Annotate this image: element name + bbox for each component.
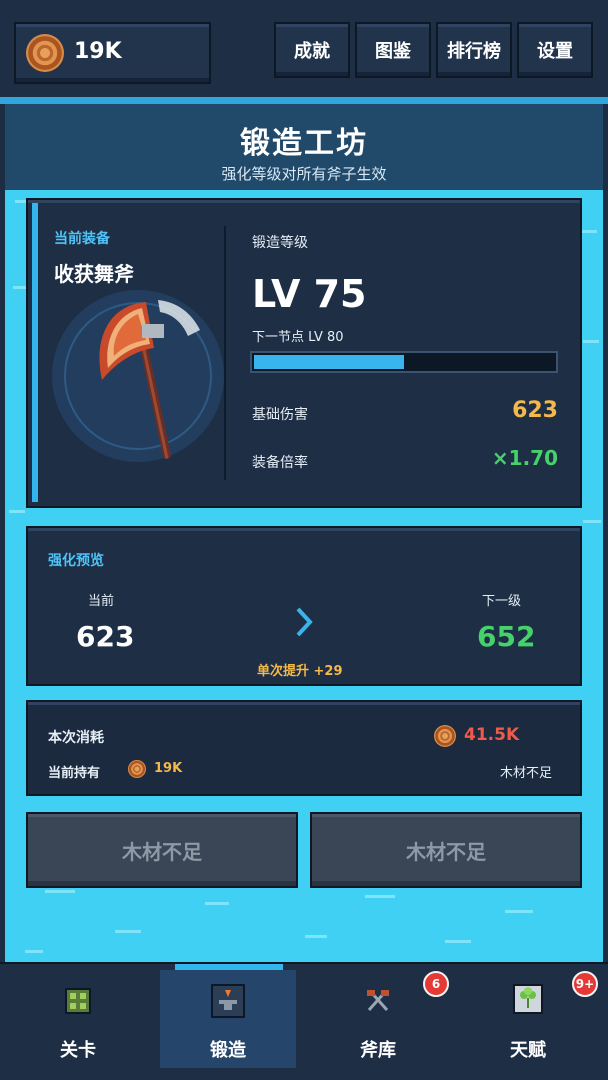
settings-button[interactable]: 设置: [517, 22, 593, 78]
holding-amount: 19K: [154, 761, 183, 776]
upgrade-button[interactable]: 木材不足: [26, 812, 298, 888]
wood-amount: 19K: [74, 39, 122, 64]
level-progress-fill: [254, 355, 404, 369]
multiplier-label: 装备倍率: [252, 455, 308, 471]
wood-icon: [434, 725, 456, 747]
forge-level: LV 75: [252, 272, 367, 316]
base-damage-value: 623: [512, 398, 558, 423]
equipment-label: 当前装备: [54, 231, 110, 247]
anvil-icon: [211, 984, 245, 1018]
wood-icon: [26, 34, 64, 72]
page-subtitle: 强化等级对所有斧子生效: [221, 165, 387, 183]
preview-label: 强化预览: [48, 553, 104, 569]
cost-card: [26, 700, 582, 796]
page-title: 锻造工坊: [240, 126, 368, 161]
talent-icon: [513, 984, 543, 1014]
stage-icon: [65, 988, 91, 1014]
current-value: 623: [76, 620, 135, 653]
axe-icon: [99, 300, 200, 459]
next-level-value: 652: [477, 620, 536, 653]
nav-label-stage: 关卡: [60, 1040, 96, 1061]
current-label: 当前: [88, 594, 115, 609]
axes-badge: 6: [423, 971, 449, 997]
nav-indicator: [175, 964, 283, 970]
increase-label: 单次提升 +29: [257, 664, 343, 679]
cost-label: 本次消耗: [48, 730, 104, 746]
multiplier-value: ×1.70: [491, 446, 558, 470]
next-level-label: 下一级: [482, 594, 522, 609]
nav-label-forge: 锻造: [210, 1040, 246, 1061]
cost-amount: 41.5K: [464, 725, 520, 745]
base-damage-label: 基础伤害: [252, 407, 308, 423]
leaderboard-button[interactable]: 排行榜: [436, 22, 512, 78]
talent-badge: 9+: [572, 971, 598, 997]
chevron-right-icon: [296, 607, 313, 637]
wood-counter: 19K: [14, 22, 211, 84]
codex-button[interactable]: 图鉴: [355, 22, 431, 78]
axes-icon: [367, 990, 389, 1011]
nav-label-talent: 天赋: [510, 1040, 546, 1061]
forge-level-label: 锻造等级: [252, 235, 308, 251]
achievements-button[interactable]: 成就: [274, 22, 350, 78]
upgrade-multi-button[interactable]: 木材不足: [310, 812, 582, 888]
axe-portrait: [52, 290, 224, 462]
nav-label-axes: 斧库: [360, 1040, 396, 1061]
wood-icon: [128, 760, 146, 778]
holding-label: 当前持有: [48, 766, 101, 781]
insufficient-status: 木材不足: [500, 766, 553, 781]
next-node-label: 下一节点 LV 80: [252, 330, 344, 345]
level-progress-bar: [250, 351, 558, 373]
card-accent: [32, 203, 38, 502]
header-stripe: [0, 97, 608, 104]
card-divider: [224, 226, 226, 480]
